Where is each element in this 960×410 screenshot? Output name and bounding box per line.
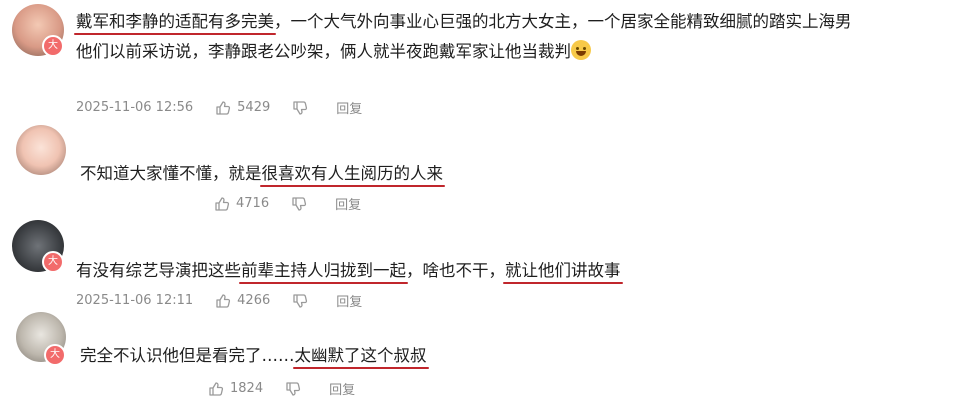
verified-badge: 大 <box>42 251 64 273</box>
thumbs-down-icon <box>286 381 301 396</box>
thumbs-up-icon <box>209 381 224 396</box>
comment-meta: 1824 回复 <box>208 379 377 398</box>
reply-button[interactable]: 回复 <box>335 194 361 213</box>
thumbs-down-icon <box>293 100 308 115</box>
highlighted-phrase: 太幽默了这个叔叔 <box>294 346 427 365</box>
like-button[interactable]: 1824 <box>208 381 263 397</box>
like-count: 1824 <box>230 381 264 396</box>
reply-button[interactable]: 回复 <box>336 291 362 310</box>
timestamp: 2025-11-06 12:56 <box>76 100 194 115</box>
comment-2: 不知道大家懂不懂，就是很喜欢有人生阅历的人来 4716 回复 <box>0 120 960 215</box>
highlighted-phrase: 戴军和李静的适配有多完美 <box>76 12 274 31</box>
thumbs-down-icon <box>292 196 307 211</box>
comment-meta: 4716 回复 <box>214 194 383 213</box>
comment-meta: 2025-11-06 12:56 5429 回复 <box>76 98 384 117</box>
comment-meta: 2025-11-06 12:11 4266 回复 <box>76 291 384 310</box>
like-count: 5429 <box>237 100 271 115</box>
reply-button[interactable]: 回复 <box>336 98 362 117</box>
like-button[interactable]: 4716 <box>214 196 269 212</box>
timestamp: 2025-11-06 12:11 <box>76 293 194 308</box>
comment-text: 完全不认识他但是看完了……太幽默了这个叔叔 <box>80 342 427 369</box>
comment-text: 戴军和李静的适配有多完美，一个大气外向事业心巨强的北方大女主，一个居家全能精致细… <box>76 8 852 65</box>
comment-1: 大 戴军和李静的适配有多完美，一个大气外向事业心巨强的北方大女主，一个居家全能精… <box>0 0 960 120</box>
dislike-button[interactable] <box>292 100 314 116</box>
comment-text-part: ，一个大气外向事业心巨强的北方大女主，一个居家全能精致细腻的踏实上海男 <box>274 12 852 31</box>
highlighted-phrase: 就让他们讲故事 <box>505 261 621 280</box>
comment-text-part: 有没有综艺导演把这些 <box>76 261 241 280</box>
thumbs-up-icon <box>215 196 230 211</box>
reply-button[interactable]: 回复 <box>329 379 355 398</box>
dislike-button[interactable] <box>285 381 307 397</box>
thumbs-down-icon <box>293 293 308 308</box>
dislike-button[interactable] <box>292 293 314 309</box>
comment-text: 不知道大家懂不懂，就是很喜欢有人生阅历的人来 <box>80 160 443 187</box>
like-button[interactable]: 5429 <box>215 100 270 116</box>
comment-text-line2: 他们以前采访说，李静跟老公吵架，俩人就半夜跑戴军家让他当裁判 <box>76 42 571 61</box>
comment-text-part: ，啥也不干， <box>406 261 505 280</box>
verified-badge: 大 <box>42 35 64 57</box>
verified-badge: 大 <box>44 344 66 366</box>
comment-4: 大 完全不认识他但是看完了……太幽默了这个叔叔 1824 回复 <box>0 310 960 410</box>
highlighted-phrase: 很喜欢有人生阅历的人来 <box>261 164 444 183</box>
like-button[interactable]: 4266 <box>215 293 270 309</box>
thumbs-up-icon <box>216 293 231 308</box>
comment-text: 有没有综艺导演把这些前辈主持人归拢到一起，啥也不干，就让他们讲故事 <box>76 257 621 284</box>
like-count: 4266 <box>237 293 271 308</box>
comment-text-part: 完全不认识他但是看完了…… <box>80 346 295 365</box>
dislike-button[interactable] <box>291 196 313 212</box>
laughing-tears-emoji-icon <box>571 40 591 60</box>
avatar[interactable] <box>16 125 66 175</box>
comment-text-part: 不知道大家懂不懂，就是 <box>80 164 262 183</box>
like-count: 4716 <box>236 196 270 211</box>
highlighted-phrase: 前辈主持人归拢到一起 <box>241 261 406 280</box>
thumbs-up-icon <box>216 100 231 115</box>
comment-3: 大 有没有综艺导演把这些前辈主持人归拢到一起，啥也不干，就让他们讲故事 2025… <box>0 215 960 310</box>
